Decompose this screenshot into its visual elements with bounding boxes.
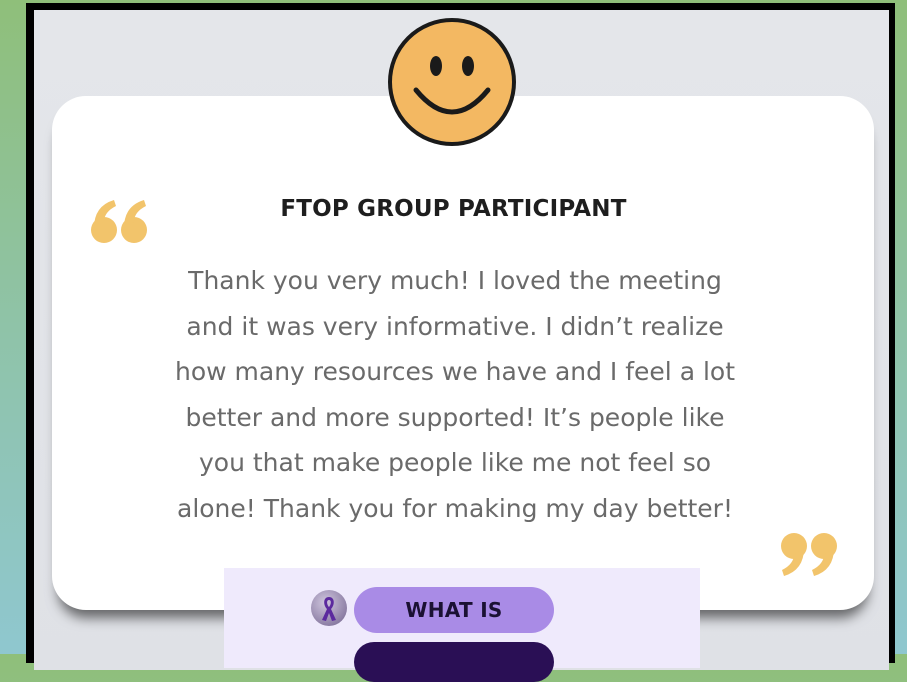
testimonial-line: how many resources we have and I feel a …	[174, 357, 736, 386]
testimonial-line: alone! Thank you for making my day bette…	[177, 493, 733, 523]
smiley-face-icon	[388, 18, 516, 146]
testimonial-line: Thank you very much! I loved the meeting	[188, 266, 722, 295]
testimonial-line: you that make people like me not feel so	[198, 448, 712, 477]
close-quote-icon	[781, 533, 837, 576]
secondary-pill-button[interactable]	[354, 642, 554, 682]
testimonial-body: Thank you very much! I loved the meeting…	[110, 258, 800, 531]
awareness-ribbon-icon	[311, 590, 347, 626]
testimonial-line: better and more supported! It’s people l…	[185, 402, 725, 432]
testimonial-line: and it was very informative. I didn’t re…	[186, 311, 724, 341]
testimonial-heading: FTOP GROUP PARTICIPANT	[280, 196, 627, 222]
what-is-button[interactable]: WHAT IS	[354, 587, 554, 633]
